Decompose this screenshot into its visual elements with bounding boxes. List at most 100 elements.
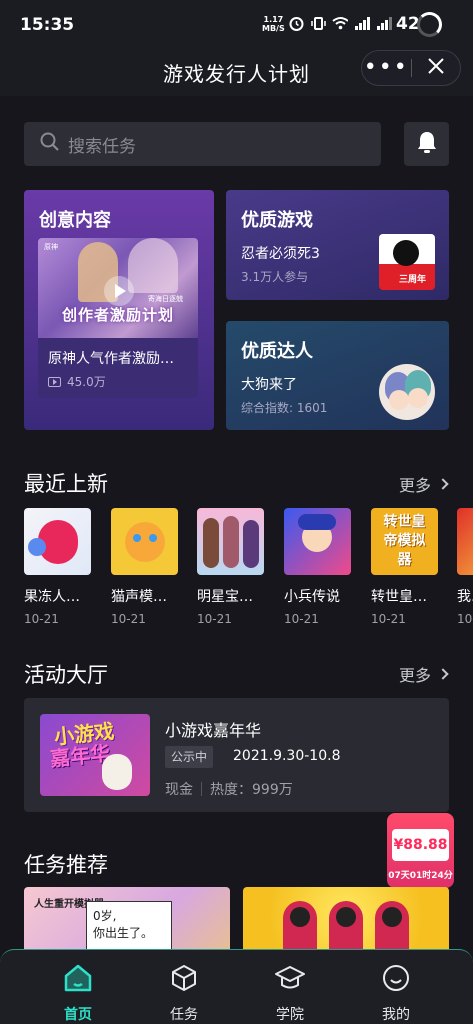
more-button[interactable]: ••• xyxy=(362,57,411,79)
nav-home-label: 首页 xyxy=(64,1007,92,1023)
events-more-link[interactable]: 更多 xyxy=(399,662,449,686)
event-heat: 热度：999万 xyxy=(210,782,293,798)
game-thumbnail xyxy=(24,508,91,575)
game-thumbnail xyxy=(284,508,351,575)
graduation-cap-icon xyxy=(274,962,306,998)
task-text-line2: 你出生了。 xyxy=(93,926,154,940)
smile-face-icon xyxy=(380,962,412,998)
cat-mascot-icon xyxy=(102,754,132,790)
mini-program-capsule: ••• xyxy=(361,50,461,86)
game-thumbnail xyxy=(457,508,473,575)
game-date: 10-21 xyxy=(24,612,59,623)
video-views-count: 45.0万 xyxy=(67,375,106,389)
play-icon[interactable] xyxy=(104,276,134,306)
network-speed-unit: MB/S xyxy=(262,24,285,33)
quality-creator-card[interactable]: 优质达人 大狗来了 综合指数: 1601 xyxy=(226,321,449,430)
task-card[interactable] xyxy=(243,887,449,957)
game-date: 10-21 xyxy=(284,612,319,623)
video-play-count-icon xyxy=(48,376,61,387)
home-icon xyxy=(62,962,94,998)
game-thumbnail: 转世皇帝模拟器 xyxy=(371,508,438,575)
video-figure-right xyxy=(128,238,178,293)
bottom-navigation: 首页 任务 学院 我的 xyxy=(0,949,473,1024)
game-name: 我… xyxy=(457,589,473,605)
nav-tasks-label: 任务 xyxy=(170,1007,198,1023)
meta-divider xyxy=(201,782,202,796)
creator-name: 大狗来了 xyxy=(241,377,297,393)
game-name: 小兵传说 xyxy=(284,589,340,605)
game-name: 忍者必须死3 xyxy=(241,246,320,262)
nav-academy[interactable]: 学院 xyxy=(260,962,320,1024)
task-card[interactable]: 人生重开模拟器 0岁, 你出生了。 xyxy=(24,887,230,957)
game-thumb-text: 转世皇帝模拟器 xyxy=(383,514,426,568)
battery-ring-icon xyxy=(417,12,442,37)
game-name: 转世皇… xyxy=(371,589,427,605)
creative-card-title: 创意内容 xyxy=(39,210,111,231)
recent-more-link[interactable]: 更多 xyxy=(398,472,449,496)
prize-amount: ¥88.88 xyxy=(393,837,448,853)
event-meta: 现金 热度：999万 xyxy=(165,779,293,799)
quality-game-card[interactable]: 优质游戏 忍者必须死3 3.1万人参与 三周年 xyxy=(226,190,449,300)
nav-home[interactable]: 首页 xyxy=(48,962,108,1024)
game-date: 10-21 xyxy=(371,612,406,623)
event-card[interactable]: 小游戏 嘉年华 小游戏嘉年华 公示中 2021.9.30-10.8 现金 热度：… xyxy=(24,698,449,812)
event-title: 小游戏嘉年华 xyxy=(165,721,262,740)
floating-prize-widget[interactable]: ¥88.88 07天01时24分 xyxy=(387,813,454,888)
game-thumbnail xyxy=(111,508,178,575)
recent-section-title: 最近上新 xyxy=(24,472,108,496)
cube-icon xyxy=(168,962,200,998)
video-game-logo: 原神 xyxy=(44,243,58,251)
creative-content-card[interactable]: 创意内容 原神 寄海日逐兢 创作者激励计划 原神人气作者激励… 45.0万 xyxy=(24,190,214,430)
close-button[interactable] xyxy=(411,57,460,79)
ninja-figure-icon xyxy=(393,240,419,266)
recent-games-list: 果冻人… 10-21 猫声模… 10-21 明星宝… 10-21 小兵传说 10… xyxy=(24,508,473,623)
game-date: 10-21 xyxy=(111,612,146,623)
tasks-section-title: 任务推荐 xyxy=(24,853,108,877)
game-name: 果冻人… xyxy=(24,589,80,605)
recent-game-item[interactable]: 明星宝… 10-21 xyxy=(197,508,264,623)
video-title: 原神人气作者激励… xyxy=(48,351,174,367)
recent-game-item[interactable]: 我… 10-21 xyxy=(457,508,473,623)
nav-mine[interactable]: 我的 xyxy=(366,962,426,1024)
vibrate-icon xyxy=(310,14,326,32)
search-placeholder: 搜索任务 xyxy=(68,136,136,157)
game-thumb-text: 三周年 xyxy=(399,275,427,285)
chevron-right-icon xyxy=(437,478,449,490)
search-input[interactable]: 搜索任务 xyxy=(24,122,381,166)
video-thumbnail[interactable]: 原神 寄海日逐兢 创作者激励计划 xyxy=(38,238,198,338)
wifi-icon xyxy=(332,14,348,32)
recent-game-item[interactable]: 小兵传说 10-21 xyxy=(284,508,351,623)
recent-game-item[interactable]: 果冻人… 10-21 xyxy=(24,508,91,623)
recent-more-label: 更多 xyxy=(398,476,431,495)
game-thumbnail: 三周年 xyxy=(379,234,435,290)
network-speed: 1.17 MB/S xyxy=(262,15,285,33)
task-text-line1: 0岁, xyxy=(93,909,117,923)
app-header: 游戏发行人计划 ••• xyxy=(0,50,473,96)
signal-icon-2 xyxy=(376,14,392,32)
game-date: 10-21 xyxy=(457,612,473,623)
event-reward: 现金 xyxy=(165,782,193,798)
chevron-right-icon xyxy=(437,668,449,680)
search-icon xyxy=(40,132,60,156)
video-views: 45.0万 xyxy=(48,373,106,390)
signal-icon-1 xyxy=(354,14,370,32)
game-date: 10-21 xyxy=(197,612,232,623)
close-icon xyxy=(427,57,445,79)
video-info: 原神人气作者激励… 45.0万 xyxy=(38,338,198,398)
event-date-range: 2021.9.30-10.8 xyxy=(233,748,341,764)
event-thumbnail: 小游戏 嘉年华 xyxy=(40,714,150,796)
quality-creator-title: 优质达人 xyxy=(241,341,313,362)
nav-mine-label: 我的 xyxy=(382,1007,410,1023)
creator-avatar xyxy=(379,364,435,420)
game-thumbnail xyxy=(197,508,264,575)
status-bar: 15:35 1.17 MB/S 42 xyxy=(0,0,473,50)
notification-button[interactable] xyxy=(404,122,449,166)
game-participants: 3.1万人参与 xyxy=(241,270,309,284)
status-time: 15:35 xyxy=(20,15,75,35)
recent-game-item[interactable]: 转世皇帝模拟器 转世皇… 10-21 xyxy=(371,508,438,623)
nav-tasks[interactable]: 任务 xyxy=(154,962,214,1024)
recent-game-item[interactable]: 猫声模… 10-21 xyxy=(111,508,178,623)
events-section-title: 活动大厅 xyxy=(24,663,108,687)
prize-countdown: 07天01时24分 xyxy=(388,871,453,881)
status-badge: 公示中 xyxy=(165,746,214,768)
